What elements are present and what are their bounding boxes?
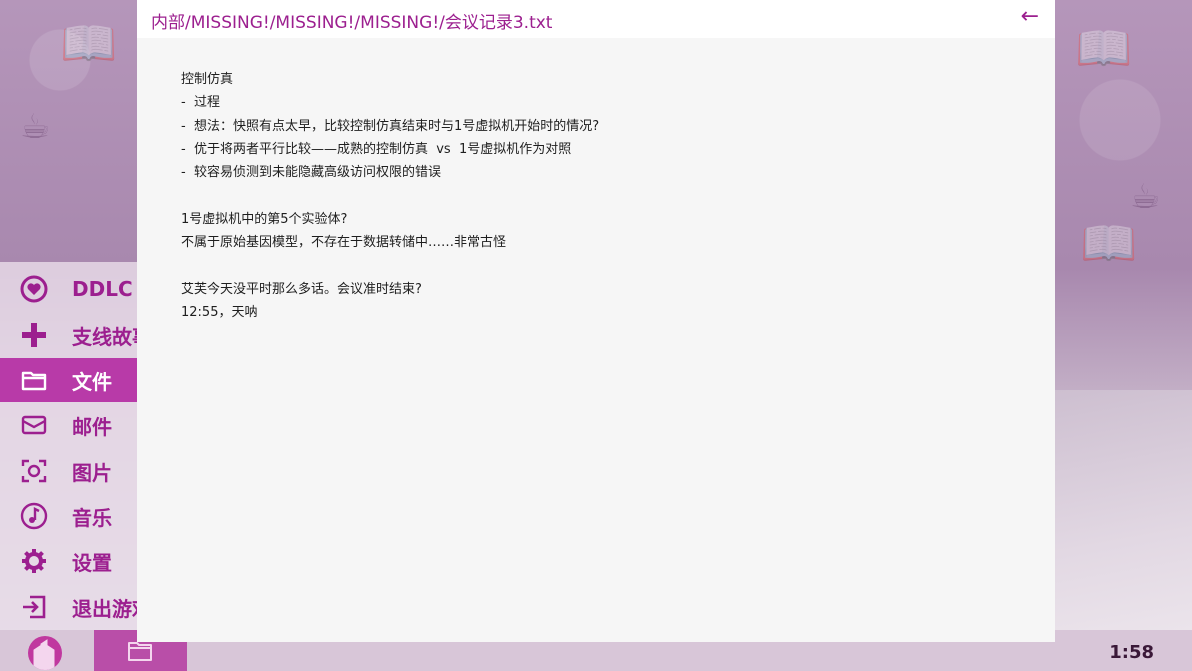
sidebar-item-label: 邮件 — [72, 414, 112, 439]
sidebar-item-label: 图片 — [72, 460, 112, 485]
folder-icon — [128, 642, 152, 661]
sidebar-item-label: 退出游戏 — [72, 596, 137, 621]
sidebar: DDLC 支线故事 文件 邮件 图片 音乐 设置 — [0, 262, 137, 630]
document-line: 控制仿真 — [181, 72, 234, 87]
document-line: 不属于原始基因模型，不存在于数据转储中……非常古怪 — [181, 235, 507, 251]
mail-icon — [20, 411, 48, 439]
sidebar-item-label: DDLC — [72, 277, 133, 301]
document-line: 12:55，天呐 — [181, 304, 258, 320]
document-line: 艾芙今天没平时那么多话。会议准时结束? — [181, 281, 422, 297]
sidebar-item-exit[interactable]: 退出游戏 — [0, 585, 137, 629]
tea-bag-doodle-icon: ☕ — [20, 107, 51, 147]
sidebar-item-settings[interactable]: 设置 — [0, 539, 137, 583]
ddlc-logo-icon — [33, 639, 55, 670]
document-line: - 优于将两者平行比较——成熟的控制仿真 vs 1号虚拟机作为对照 — [181, 141, 572, 157]
background-panel — [1055, 390, 1192, 640]
heart-icon — [20, 275, 48, 303]
sidebar-item-label: 文件 — [72, 369, 112, 394]
document-line: - 想法：快照有点太早，比较控制仿真结束时与1号虚拟机开始时的情况? — [181, 118, 600, 134]
book-doodle-icon: 📖 — [1080, 216, 1138, 270]
sidebar-item-files[interactable]: 文件 — [0, 358, 137, 402]
exit-icon — [20, 593, 48, 621]
sidebar-item-side-stories[interactable]: 支线故事 — [0, 313, 137, 357]
folder-icon — [20, 366, 48, 394]
sidebar-item-mail[interactable]: 邮件 — [0, 403, 137, 447]
document-content: 控制仿真 - 过程 - 想法：快照有点太早，比较控制仿真结束时与1号虚拟机开始时… — [181, 68, 1001, 324]
camera-icon — [20, 457, 48, 485]
sidebar-item-pictures[interactable]: 图片 — [0, 449, 137, 493]
sidebar-item-ddlc[interactable]: DDLC — [0, 267, 137, 311]
text-viewer-window: 内部/MISSING!/MISSING!/MISSING!/会议记录3.txt … — [137, 0, 1055, 642]
sidebar-item-music[interactable]: 音乐 — [0, 494, 137, 538]
book-doodle-icon: 📖 — [1075, 21, 1133, 75]
plus-icon — [20, 321, 48, 349]
document-line: 1号虚拟机中的第5个实验体? — [181, 211, 348, 227]
sidebar-item-label: 音乐 — [72, 505, 112, 530]
document-line: - 过程 — [181, 95, 220, 111]
start-button[interactable] — [28, 636, 62, 670]
sidebar-item-label: 支线故事 — [72, 324, 137, 349]
taskbar-clock: 1:58 — [1109, 642, 1154, 663]
book-doodle-icon: 📖 — [60, 16, 118, 70]
file-path-title: 内部/MISSING!/MISSING!/MISSING!/会议记录3.txt — [151, 13, 553, 33]
document-line: - 较容易侦测到未能隐藏高级访问权限的错误 — [181, 165, 441, 181]
cup-doodle-icon: ☕ — [1130, 177, 1161, 217]
gear-icon — [20, 547, 48, 575]
music-icon — [20, 502, 48, 530]
back-arrow-icon[interactable]: ← — [1021, 4, 1039, 29]
window-titlebar: 内部/MISSING!/MISSING!/MISSING!/会议记录3.txt … — [137, 0, 1055, 38]
sidebar-item-label: 设置 — [72, 550, 112, 575]
